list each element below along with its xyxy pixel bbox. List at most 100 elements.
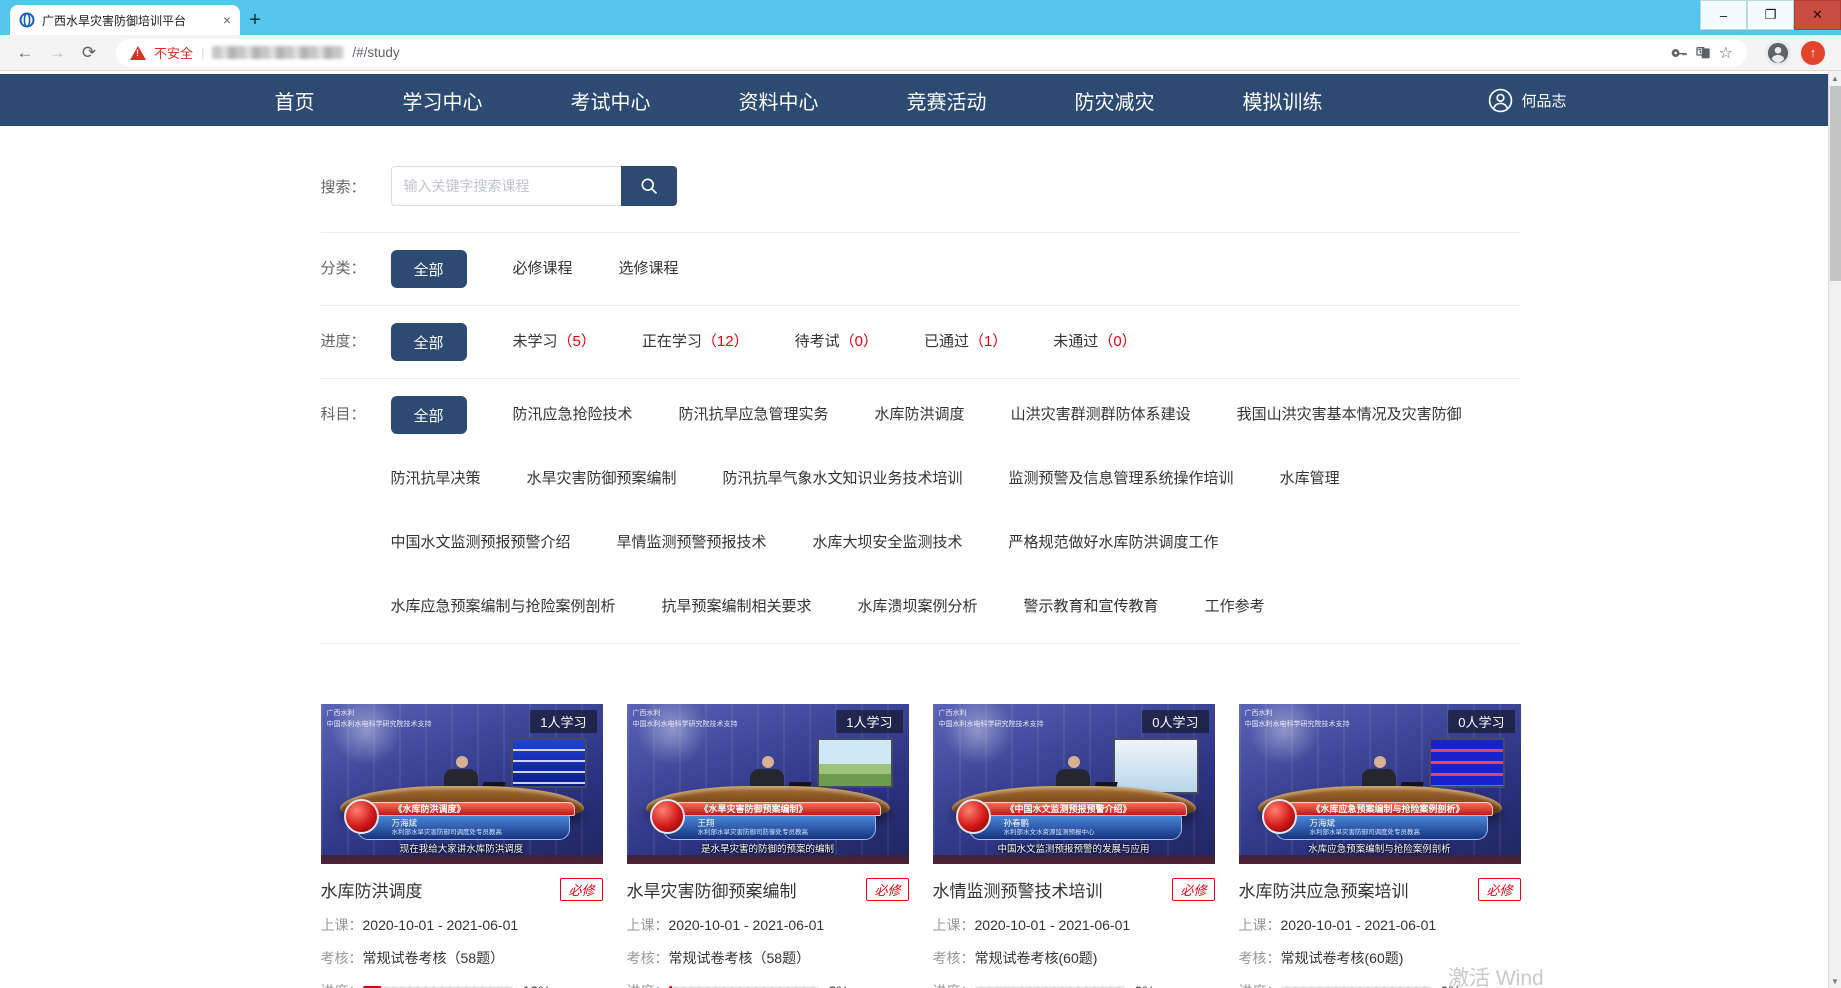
progress-percent: 0%: [1135, 983, 1155, 988]
watermark-line: 中国水利水电科学研究院技术支持: [327, 720, 432, 731]
search-button[interactable]: [621, 166, 677, 206]
search-section: 搜索：: [321, 126, 1521, 233]
progress-option-learning[interactable]: 正在学习（12）: [642, 323, 749, 361]
lower-third-body: 万海斌 水利部水旱灾害防御司调度处专员教高: [357, 815, 570, 840]
learners-badge: 1人学习: [836, 710, 902, 733]
category-option-all[interactable]: 全部: [391, 250, 467, 288]
subject-tag[interactable]: 水库管理: [1280, 460, 1340, 498]
subject-tag[interactable]: 中国水文监测预报预警介绍: [391, 524, 571, 562]
subject-tag[interactable]: 山洪灾害群测群防体系建设: [1011, 396, 1191, 434]
progress-label: 进度：: [627, 981, 669, 988]
subject-option-all[interactable]: 全部: [391, 396, 467, 434]
minimize-button[interactable]: –: [1700, 0, 1747, 30]
category-option-elective[interactable]: 选修课程: [619, 250, 679, 288]
option-text: 未通过: [1053, 333, 1098, 350]
nav-item-home[interactable]: 首页: [275, 86, 315, 115]
translate-icon[interactable]: [1695, 45, 1711, 61]
search-input[interactable]: [391, 166, 621, 206]
course-title[interactable]: 水情监测预警技术培训: [933, 877, 1103, 902]
course-thumbnail[interactable]: 广西水利 中国水利水电科学研究院技术支持 0人学习 《水库应急预案编制与抢险案例…: [1239, 704, 1521, 864]
subject-tag[interactable]: 严格规范做好水库防洪调度工作: [1009, 524, 1219, 562]
lower-third-title: 《水库应急预案编制与抢险案例剖析》: [1285, 802, 1493, 816]
new-tab-button[interactable]: +: [240, 5, 270, 35]
studio-screen: [1113, 738, 1199, 794]
subject-tag[interactable]: 我国山洪灾害基本情况及灾害防御: [1237, 396, 1462, 434]
subject-tag[interactable]: 旱情监测预警预报技术: [617, 524, 767, 562]
scrollbar-up-arrow[interactable]: ▲: [1829, 71, 1841, 85]
windows-activation-watermark: 激活 Wind: [1448, 962, 1544, 988]
progress-option-failed[interactable]: 未通过（0）: [1053, 323, 1136, 361]
progress-option-pending-exam[interactable]: 待考试（0）: [795, 323, 878, 361]
browser-titlebar: 广西水旱灾害防御培训平台 × + – ❐ ✕: [0, 0, 1841, 35]
class-time-value: 2020-10-01 - 2021-06-01: [975, 917, 1131, 933]
security-label[interactable]: 不安全: [154, 43, 193, 62]
course-thumbnail[interactable]: 广西水利 中国水利水电科学研究院技术支持 1人学习 《水库防洪调度》 万海斌 水…: [321, 704, 603, 864]
exam-value: 常规试卷考核(60题): [1281, 948, 1404, 968]
nav-item-simulation-training[interactable]: 模拟训练: [1243, 86, 1323, 115]
course-thumbnail[interactable]: 广西水利 中国水利水电科学研究院技术支持 0人学习 《中国水文监测预报预警介绍》…: [933, 704, 1215, 864]
back-icon[interactable]: ←: [12, 43, 38, 63]
subject-tag[interactable]: 防汛抗旱应急管理实务: [679, 396, 829, 434]
course-card-grid: 广西水利 中国水利水电科学研究院技术支持 1人学习 《水库防洪调度》 万海斌 水…: [321, 704, 1521, 988]
nav-item-exam-center[interactable]: 考试中心: [571, 86, 651, 115]
page-scrollbar[interactable]: ▲ ▼: [1828, 71, 1841, 988]
course-title[interactable]: 水库防洪调度: [321, 877, 423, 902]
subject-tag[interactable]: 工作参考: [1205, 588, 1265, 626]
class-time-label: 上课：: [321, 915, 363, 935]
thumbnail-caption: 水库应急预案编制与抢险案例剖析: [1239, 841, 1521, 855]
subject-tag[interactable]: 防汛抗旱决策: [391, 460, 481, 498]
option-count: （5）: [558, 333, 596, 350]
user-menu[interactable]: 何品志: [1488, 88, 1566, 113]
tab-close-icon[interactable]: ×: [223, 13, 231, 27]
nav-item-disaster-prevention[interactable]: 防灾减灾: [1075, 86, 1155, 115]
subject-tag[interactable]: 警示教育和宣传教育: [1024, 588, 1159, 626]
nav-item-competition[interactable]: 竞赛活动: [907, 86, 987, 115]
subject-tag[interactable]: 水旱灾害防御预案编制: [527, 460, 677, 498]
category-option-required[interactable]: 必修课程: [513, 250, 573, 288]
subject-tag[interactable]: 水库防洪调度: [875, 396, 965, 434]
course-card: 广西水利 中国水利水电科学研究院技术支持 1人学习 《水库防洪调度》 万海斌 水…: [321, 704, 603, 988]
subject-tag[interactable]: 抗旱预案编制相关要求: [662, 588, 812, 626]
course-title[interactable]: 水库防洪应急预案培训: [1239, 877, 1409, 902]
password-key-icon[interactable]: [1671, 45, 1687, 61]
required-badge: 必修: [1172, 878, 1214, 901]
class-time-row: 上课： 2020-10-01 - 2021-06-01: [627, 915, 909, 935]
course-title[interactable]: 水旱灾害防御预案编制: [627, 877, 797, 902]
subject-tag[interactable]: 水库应急预案编制与抢险案例剖析: [391, 588, 616, 626]
subject-tag[interactable]: 监测预警及信息管理系统操作培训: [1009, 460, 1234, 498]
bookmark-star-icon[interactable]: ☆: [1719, 43, 1733, 63]
nav-item-study-center[interactable]: 学习中心: [403, 86, 483, 115]
exam-label: 考核：: [627, 948, 669, 968]
speaker-org: 水利部水旱灾害防御司调度处专员教高: [1310, 828, 1483, 837]
browser-toolbar: ← → ⟳ 不安全 | /#/study ☆ ↑: [0, 35, 1841, 71]
progress-option-all[interactable]: 全部: [391, 323, 467, 361]
progress-label: 进度：: [1239, 981, 1281, 988]
user-name: 何品志: [1521, 90, 1566, 111]
lower-third-body: 孙春鹏 水利部水文水资源监测预报中心: [969, 815, 1182, 840]
progress-option-passed[interactable]: 已通过（1）: [924, 323, 1007, 361]
exam-label: 考核：: [1239, 948, 1281, 968]
option-count: （12）: [702, 333, 749, 350]
scrollbar-thumb[interactable]: [1830, 86, 1841, 281]
browser-update-icon[interactable]: ↑: [1801, 41, 1825, 65]
subject-tag[interactable]: 防汛抗旱气象水文知识业务技术培训: [723, 460, 963, 498]
category-filter-row: 分类： 全部 必修课程 选修课程: [321, 233, 1521, 306]
course-thumbnail[interactable]: 广西水利 中国水利水电科学研究院技术支持 1人学习 《水旱灾害防御预案编制》 王…: [627, 704, 909, 864]
red-logo-sphere: [956, 799, 991, 834]
close-button[interactable]: ✕: [1794, 0, 1841, 30]
scrollbar-down-arrow[interactable]: ▼: [1829, 974, 1841, 988]
forward-icon[interactable]: →: [44, 43, 70, 63]
profile-avatar-icon[interactable]: [1765, 40, 1791, 66]
progress-option-notstarted[interactable]: 未学习（5）: [513, 323, 596, 361]
url-path: /#/study: [352, 45, 399, 60]
thumbnail-caption: 中国水文监测预报预警的发展与应用: [933, 841, 1215, 855]
reload-icon[interactable]: ⟳: [76, 43, 102, 63]
speaker-org: 水利部水文水资源监测预报中心: [1004, 828, 1177, 837]
subject-tag[interactable]: 水库大坝安全监测技术: [813, 524, 963, 562]
subject-tag[interactable]: 防汛应急抢险技术: [513, 396, 633, 434]
address-bar[interactable]: 不安全 | /#/study ☆: [116, 39, 1747, 67]
nav-item-resource-center[interactable]: 资料中心: [739, 86, 819, 115]
subject-tag[interactable]: 水库溃坝案例分析: [858, 588, 978, 626]
maximize-button[interactable]: ❐: [1747, 0, 1794, 30]
browser-tab[interactable]: 广西水旱灾害防御培训平台 ×: [10, 5, 240, 35]
